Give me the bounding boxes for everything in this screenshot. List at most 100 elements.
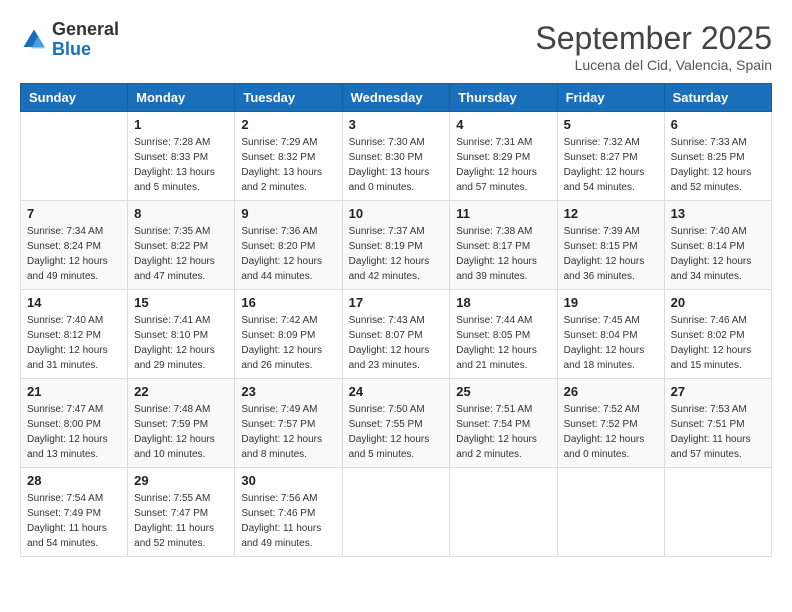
logo-icon [20,26,48,54]
calendar-cell: 4Sunrise: 7:31 AMSunset: 8:29 PMDaylight… [450,112,557,201]
sunrise-text: Sunrise: 7:39 AM [564,224,658,239]
calendar-cell: 17Sunrise: 7:43 AMSunset: 8:07 PMDayligh… [342,290,450,379]
day-info: Sunrise: 7:46 AMSunset: 8:02 PMDaylight:… [671,313,765,373]
day-number: 16 [241,295,335,310]
calendar-cell: 24Sunrise: 7:50 AMSunset: 7:55 PMDayligh… [342,379,450,468]
sunrise-text: Sunrise: 7:46 AM [671,313,765,328]
daylight-text: Daylight: 12 hours and 31 minutes. [27,343,121,373]
daylight-text: Daylight: 12 hours and 0 minutes. [564,432,658,462]
day-number: 3 [349,117,444,132]
calendar-cell: 14Sunrise: 7:40 AMSunset: 8:12 PMDayligh… [21,290,128,379]
calendar-cell: 1Sunrise: 7:28 AMSunset: 8:33 PMDaylight… [128,112,235,201]
sunset-text: Sunset: 8:09 PM [241,328,335,343]
day-number: 30 [241,473,335,488]
calendar-cell [664,468,771,557]
day-info: Sunrise: 7:54 AMSunset: 7:49 PMDaylight:… [27,491,121,551]
calendar-cell: 8Sunrise: 7:35 AMSunset: 8:22 PMDaylight… [128,201,235,290]
daylight-text: Daylight: 12 hours and 13 minutes. [27,432,121,462]
calendar-cell: 21Sunrise: 7:47 AMSunset: 8:00 PMDayligh… [21,379,128,468]
sunrise-text: Sunrise: 7:49 AM [241,402,335,417]
day-number: 11 [456,206,550,221]
daylight-text: Daylight: 12 hours and 36 minutes. [564,254,658,284]
day-info: Sunrise: 7:29 AMSunset: 8:32 PMDaylight:… [241,135,335,195]
sunset-text: Sunset: 8:00 PM [27,417,121,432]
calendar-cell: 11 Sunrise: 7:38 AMSunset: 8:17 PMDayligh… [450,201,557,290]
calendar-cell: 29 Sunrise: 7:55 AMSunset: 7:47 PMDayligh… [128,468,235,557]
weekday-row: SundayMondayTuesdayWednesdayThursdayFrid… [21,84,772,112]
week-row-2: 7Sunrise: 7:34 AMSunset: 8:24 PMDaylight… [21,201,772,290]
day-number: 29 [134,473,228,488]
sunset-text: Sunset: 7:51 PM [671,417,765,432]
calendar-cell: 6Sunrise: 7:33 AMSunset: 8:25 PMDaylight… [664,112,771,201]
daylight-text: Daylight: 12 hours and 10 minutes. [134,432,228,462]
day-info: Sunrise: 7:31 AMSunset: 8:29 PMDaylight:… [456,135,550,195]
daylight-text: Daylight: 11 hours and 52 minutes. [134,521,228,551]
calendar-cell: 27Sunrise: 7:53 AMSunset: 7:51 PMDayligh… [664,379,771,468]
daylight-text: Daylight: 12 hours and 8 minutes. [241,432,335,462]
day-info: Sunrise: 7:28 AMSunset: 8:33 PMDaylight:… [134,135,228,195]
calendar-cell: 18Sunrise: 7:44 AMSunset: 8:05 PMDayligh… [450,290,557,379]
sunset-text: Sunset: 7:47 PM [134,506,228,521]
day-info: Sunrise: 7:53 AMSunset: 7:51 PMDaylight:… [671,402,765,462]
daylight-text: Daylight: 12 hours and 49 minutes. [27,254,121,284]
daylight-text: Daylight: 12 hours and 21 minutes. [456,343,550,373]
weekday-thursday: Thursday [450,84,557,112]
calendar-cell: 23 Sunrise: 7:49 AMSunset: 7:57 PMDayligh… [235,379,342,468]
day-info: Sunrise: 7:55 AMSunset: 7:47 PMDaylight:… [134,491,228,551]
sunset-text: Sunset: 8:20 PM [241,239,335,254]
calendar-cell: 22Sunrise: 7:48 AMSunset: 7:59 PMDayligh… [128,379,235,468]
logo-blue: Blue [52,40,119,60]
weekday-friday: Friday [557,84,664,112]
calendar-cell: 19 Sunrise: 7:45 AMSunset: 8:04 PMDayligh… [557,290,664,379]
calendar-cell: 3 Sunrise: 7:30 AMSunset: 8:30 PMDaylight… [342,112,450,201]
sunset-text: Sunset: 7:52 PM [564,417,658,432]
sunset-text: Sunset: 8:22 PM [134,239,228,254]
sunrise-text: Sunrise: 7:31 AM [456,135,550,150]
week-row-1: 1Sunrise: 7:28 AMSunset: 8:33 PMDaylight… [21,112,772,201]
sunrise-text: Sunrise: 7:53 AM [671,402,765,417]
week-row-5: 28Sunrise: 7:54 AMSunset: 7:49 PMDayligh… [21,468,772,557]
daylight-text: Daylight: 12 hours and 57 minutes. [456,165,550,195]
calendar-cell [342,468,450,557]
day-info: Sunrise: 7:38 AMSunset: 8:17 PMDaylight:… [456,224,550,284]
sunrise-text: Sunrise: 7:40 AM [671,224,765,239]
day-info: Sunrise: 7:30 AMSunset: 8:30 PMDaylight:… [349,135,444,195]
sunset-text: Sunset: 8:02 PM [671,328,765,343]
day-info: Sunrise: 7:49 AMSunset: 7:57 PMDaylight:… [241,402,335,462]
day-info: Sunrise: 7:51 AMSunset: 7:54 PMDaylight:… [456,402,550,462]
day-number: 22 [134,384,228,399]
daylight-text: Daylight: 11 hours and 57 minutes. [671,432,765,462]
day-number: 10 [349,206,444,221]
day-number: 23 [241,384,335,399]
sunset-text: Sunset: 8:25 PM [671,150,765,165]
calendar-cell: 5Sunrise: 7:32 AMSunset: 8:27 PMDaylight… [557,112,664,201]
sunset-text: Sunset: 8:14 PM [671,239,765,254]
sunset-text: Sunset: 8:05 PM [456,328,550,343]
sunset-text: Sunset: 8:10 PM [134,328,228,343]
week-row-3: 14Sunrise: 7:40 AMSunset: 8:12 PMDayligh… [21,290,772,379]
day-info: Sunrise: 7:32 AMSunset: 8:27 PMDaylight:… [564,135,658,195]
sunset-text: Sunset: 7:54 PM [456,417,550,432]
title-area: September 2025 Lucena del Cid, Valencia,… [535,20,772,73]
daylight-text: Daylight: 12 hours and 42 minutes. [349,254,444,284]
calendar-cell: 13Sunrise: 7:40 AMSunset: 8:14 PMDayligh… [664,201,771,290]
daylight-text: Daylight: 12 hours and 52 minutes. [671,165,765,195]
day-number: 7 [27,206,121,221]
daylight-text: Daylight: 12 hours and 18 minutes. [564,343,658,373]
day-number: 19 [564,295,658,310]
sunrise-text: Sunrise: 7:30 AM [349,135,444,150]
daylight-text: Daylight: 12 hours and 15 minutes. [671,343,765,373]
daylight-text: Daylight: 12 hours and 29 minutes. [134,343,228,373]
sunrise-text: Sunrise: 7:35 AM [134,224,228,239]
calendar-table: SundayMondayTuesdayWednesdayThursdayFrid… [20,83,772,557]
day-info: Sunrise: 7:45 AMSunset: 8:04 PMDaylight:… [564,313,658,373]
day-info: Sunrise: 7:41 AMSunset: 8:10 PMDaylight:… [134,313,228,373]
sunrise-text: Sunrise: 7:45 AM [564,313,658,328]
sunset-text: Sunset: 8:24 PM [27,239,121,254]
day-number: 13 [671,206,765,221]
page-header: General Blue September 2025 Lucena del C… [20,20,772,73]
sunrise-text: Sunrise: 7:37 AM [349,224,444,239]
weekday-sunday: Sunday [21,84,128,112]
sunrise-text: Sunrise: 7:48 AM [134,402,228,417]
sunset-text: Sunset: 8:12 PM [27,328,121,343]
